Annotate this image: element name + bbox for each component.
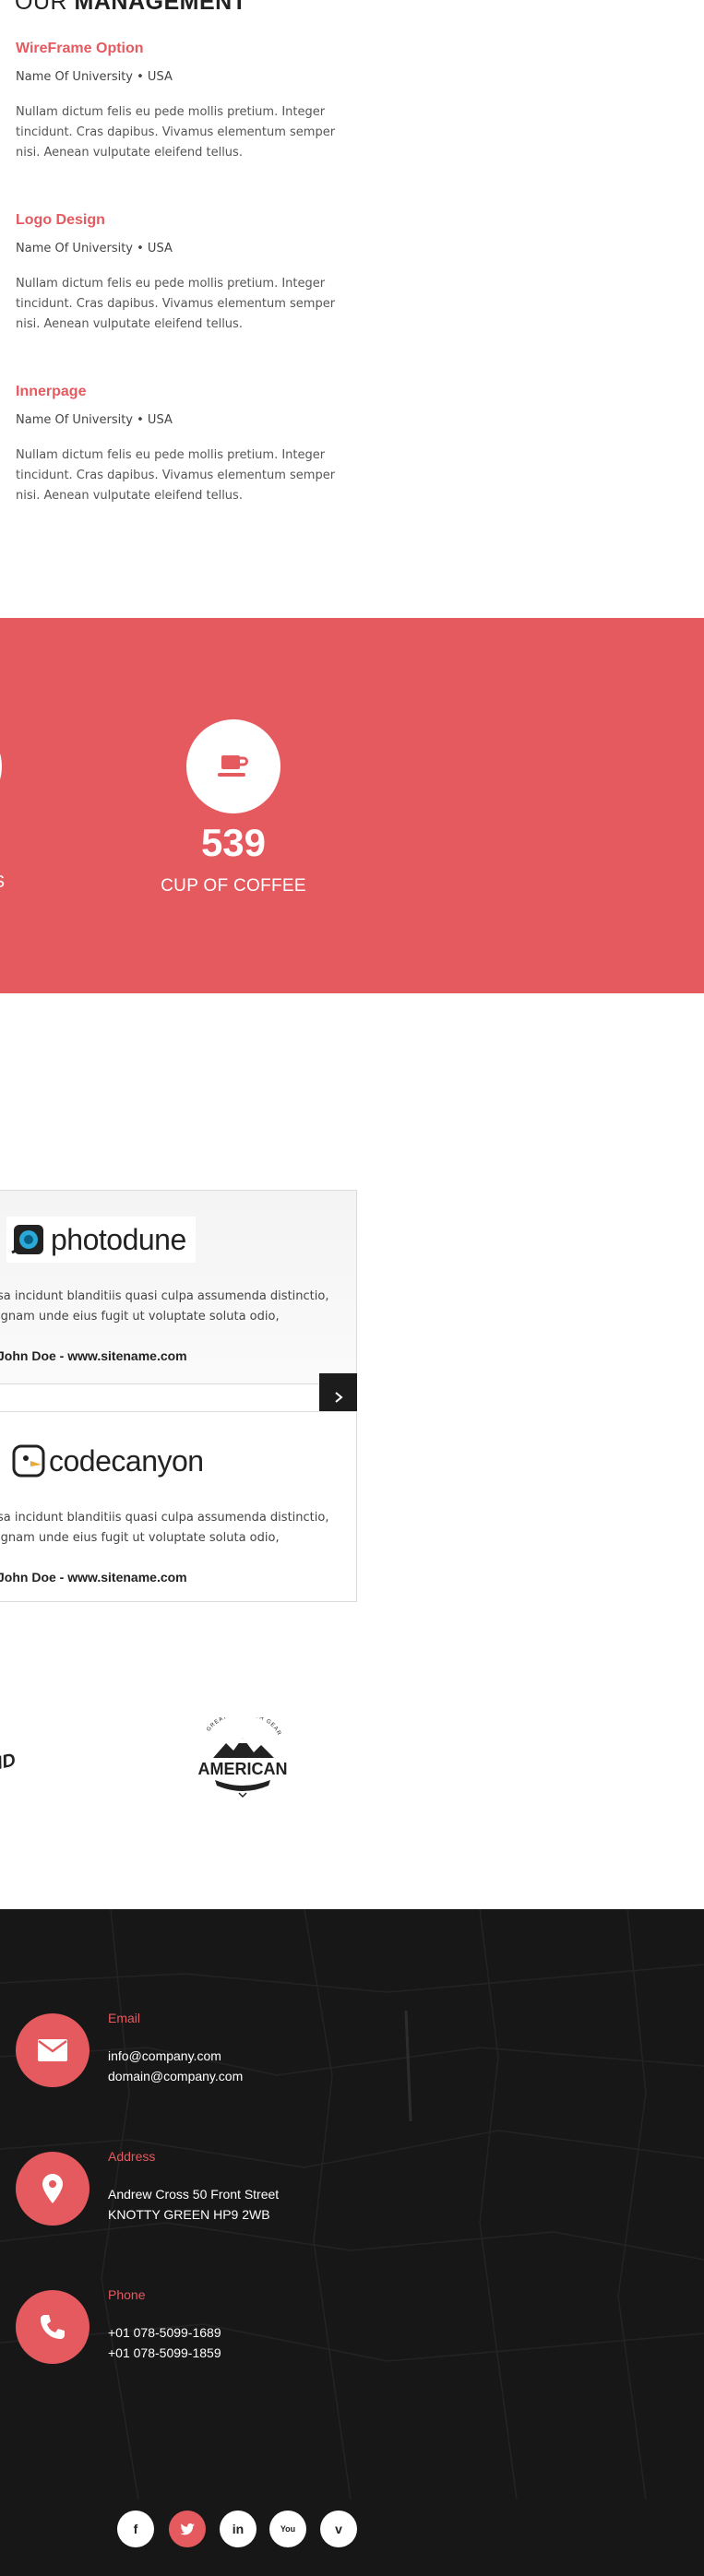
coffee-cup-icon bbox=[186, 719, 280, 813]
entry-text: Nullam dictum felis eu pede mollis preti… bbox=[16, 105, 336, 160]
management-title: OUR MANAGEMENT bbox=[15, 0, 247, 15]
testimonial-card: codecanyon sa incidunt blanditiis quasi … bbox=[0, 1411, 357, 1602]
testimonial-text: sa incidunt blanditiis quasi culpa assum… bbox=[0, 1511, 329, 1545]
phone-block: Phone +01 078-5099-1689 +01 078-5099-185… bbox=[108, 2287, 221, 2363]
entry-text: Nullam dictum felis eu pede mollis preti… bbox=[16, 277, 336, 331]
twitter-icon[interactable] bbox=[169, 2511, 206, 2547]
testimonial-text: sa incidunt blanditiis quasi culpa assum… bbox=[0, 1289, 329, 1324]
entry-text: Nullam dictum felis eu pede mollis preti… bbox=[16, 448, 336, 503]
address-line: Andrew Cross 50 Front Street bbox=[108, 2187, 280, 2202]
management-entry: Innerpage Name Of University • USA Nulla… bbox=[16, 384, 357, 506]
client-logo-text: ND bbox=[0, 1750, 18, 1775]
phone-line[interactable]: +01 078-5099-1859 bbox=[108, 2343, 221, 2363]
management-entry: WireFrame Option Name Of University • US… bbox=[16, 41, 357, 163]
email-line[interactable]: domain@company.com bbox=[108, 2066, 243, 2086]
american-client-logo: GREAT OUTDOOR GEAR AMERICAN bbox=[187, 1712, 298, 1804]
address-line: KNOTTY GREEN HP9 2WB bbox=[108, 2207, 270, 2222]
counter-icon-circle bbox=[0, 719, 2, 813]
photodune-logo-icon bbox=[11, 1225, 43, 1254]
map-background bbox=[0, 1909, 704, 2499]
footer: Email info@company.com domain@company.co… bbox=[0, 1909, 704, 2576]
testimonial-card: photodune sa incidunt blanditiis quasi c… bbox=[0, 1190, 357, 1384]
youtube-icon[interactable]: You bbox=[269, 2511, 306, 2547]
management-entry: Logo Design Name Of University • USA Nul… bbox=[16, 212, 357, 335]
chevron-right-icon bbox=[334, 1392, 343, 1403]
phone-line[interactable]: +01 078-5099-1689 bbox=[108, 2322, 221, 2343]
email-icon bbox=[16, 2013, 89, 2087]
counter-label: DS bbox=[0, 873, 5, 892]
counter-band: DS 539 CUP OF COFFEE bbox=[0, 618, 704, 993]
phone-icon bbox=[16, 2290, 89, 2364]
facebook-icon[interactable]: f bbox=[117, 2511, 154, 2547]
entry-title[interactable]: WireFrame Option bbox=[16, 41, 357, 57]
entry-title[interactable]: Innerpage bbox=[16, 384, 357, 400]
counter-value: 539 bbox=[200, 821, 267, 864]
codecanyon-logo: codecanyon bbox=[6, 1438, 213, 1484]
american-logo-tagline: GREAT OUTDOOR GEAR bbox=[206, 1712, 280, 1737]
american-logo-text: AMERICAN bbox=[198, 1760, 288, 1778]
entry-title[interactable]: Logo Design bbox=[16, 212, 357, 229]
linkedin-icon[interactable]: in bbox=[220, 2511, 257, 2547]
email-line[interactable]: info@company.com bbox=[108, 2046, 243, 2066]
email-block: Email info@company.com domain@company.co… bbox=[108, 2011, 243, 2086]
map-pin-icon bbox=[16, 2152, 89, 2226]
logo-text: codecanyon bbox=[49, 1443, 204, 1478]
address-label: Address bbox=[108, 2149, 156, 2164]
photodune-logo: photodune bbox=[6, 1217, 196, 1263]
vimeo-icon[interactable]: v bbox=[320, 2511, 357, 2547]
logo-text: photodune bbox=[51, 1222, 186, 1256]
testimonial-author[interactable]: John Doe - www.sitename.com bbox=[0, 1348, 187, 1363]
address-block: Address Andrew Cross 50 Front Street KNO… bbox=[108, 2149, 279, 2225]
phone-label: Phone bbox=[108, 2287, 146, 2302]
email-label: Email bbox=[108, 2011, 141, 2025]
svg-text:GREAT OUTDOOR GEAR: GREAT OUTDOOR GEAR bbox=[206, 1717, 281, 1737]
codecanyon-logo-icon bbox=[12, 1444, 45, 1478]
testimonial-author[interactable]: John Doe - www.sitename.com bbox=[0, 1570, 187, 1585]
counter-label: CUP OF COFFEE bbox=[161, 876, 306, 896]
client-logo: ND bbox=[0, 1734, 35, 1793]
entry-subtitle: Name Of University • USA bbox=[16, 413, 173, 427]
entry-subtitle: Name Of University • USA bbox=[16, 70, 173, 84]
entry-subtitle: Name Of University • USA bbox=[16, 242, 173, 255]
